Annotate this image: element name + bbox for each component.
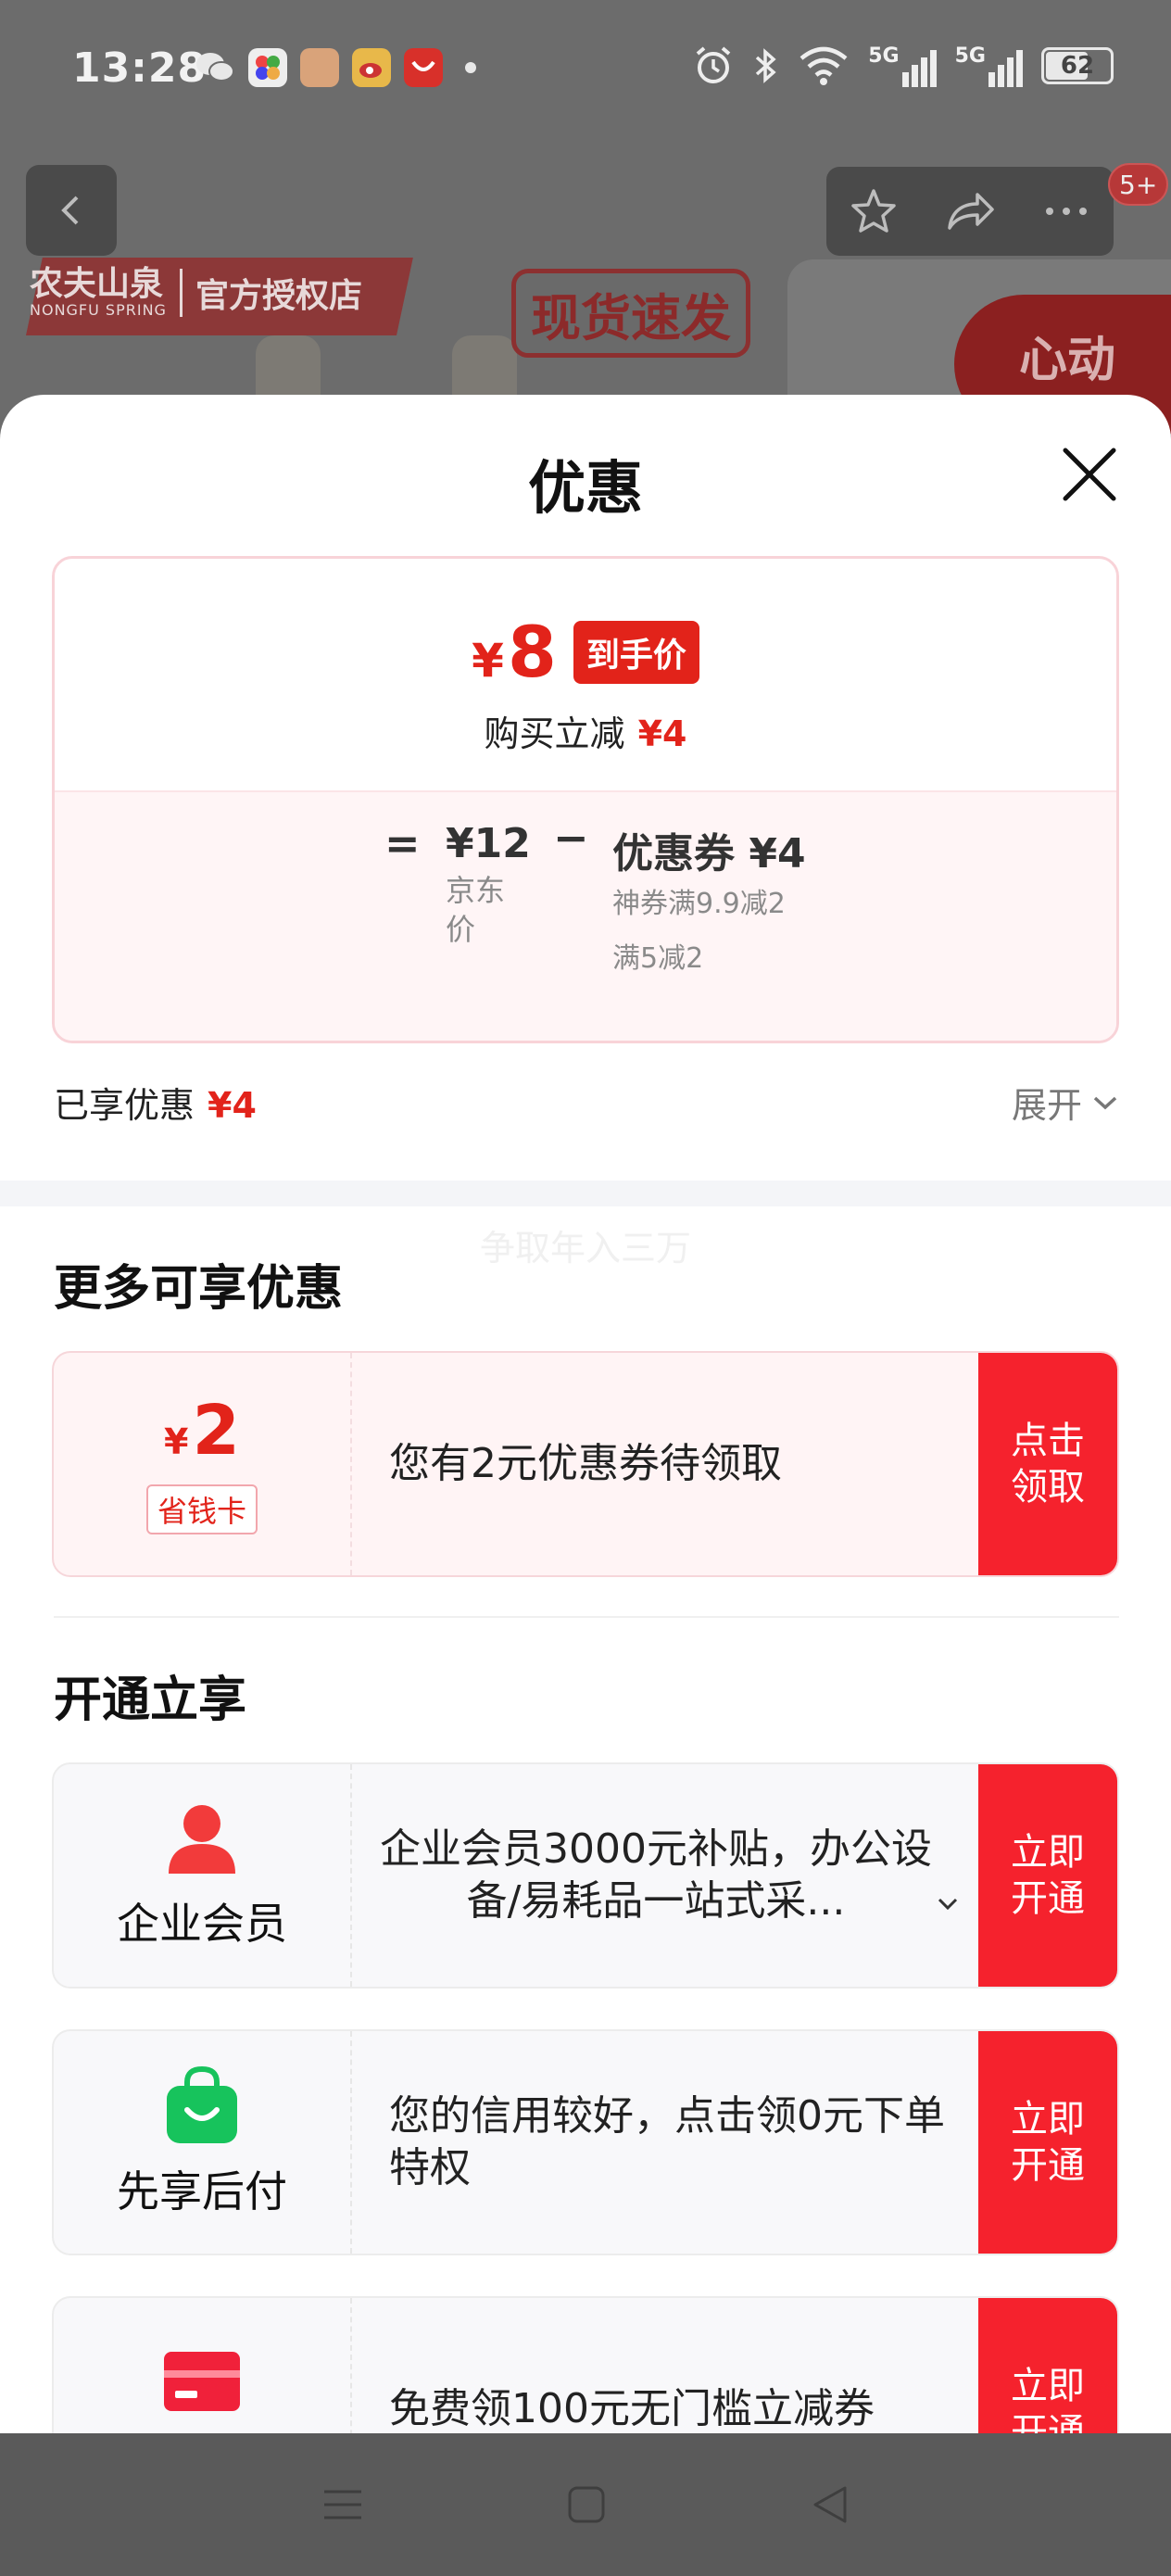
more-offers-title: 更多可享优惠 — [54, 1261, 344, 1317]
coupon-rule: 满5减2 — [612, 942, 704, 975]
battery-icon: 62 — [1041, 47, 1114, 84]
coupon-description: 您有2元优惠券待领取 — [389, 1440, 782, 1487]
membership-badge: 企业会员 — [54, 1764, 352, 1987]
price-formula: = ¥12 京东价 − 优惠券 ¥4 神券满9.9减2 满5减2 — [55, 790, 1116, 1041]
header-actions — [826, 167, 1114, 256]
chevron-left-icon — [61, 196, 79, 225]
final-price-tag: 到手价 — [573, 620, 699, 684]
game-app-icon — [300, 48, 339, 87]
price-breakdown-card: ¥8 到手价 购买立减 ¥4 = ¥12 京东价 − 优惠券 ¥4 神券满9.9减… — [52, 556, 1119, 1043]
membership-card-coupon: 免费领100元无门槛立减券 立即开通 — [52, 2296, 1119, 2433]
share-icon[interactable] — [942, 185, 998, 237]
membership-badge — [54, 2298, 352, 2433]
discount-sheet: 优惠 ¥8 到手价 购买立减 ¥4 = ¥12 京东价 − 优惠券 ¥4 神券满9… — [0, 395, 1171, 2433]
coupon-rule: 神券满9.9减2 — [612, 888, 786, 920]
status-bar: 13:28 5G 5G 62 — [0, 0, 1171, 139]
coupon-value: 优惠券 ¥4 — [612, 830, 806, 878]
fast-ship-stamp: 现货速发 — [511, 269, 750, 358]
expand-button[interactable]: 展开 — [1012, 1077, 1119, 1128]
chevron-down-icon[interactable] — [934, 1890, 962, 1918]
more-icon[interactable] — [1040, 202, 1092, 221]
background-product-page: 心动 农夫山泉 NONGFU SPRING 官方授权店 现货速发 5+ 13:28… — [0, 0, 1171, 436]
minus-sign: − — [553, 813, 589, 863]
coupon-column: 优惠券 ¥4 神券满9.9减2 满5减2 — [612, 820, 835, 976]
coupon-offer-card: ¥2 省钱卡 您有2元优惠券待领取 点击领取 — [52, 1351, 1119, 1577]
final-price: ¥8 — [472, 611, 557, 693]
jd-price-column: ¥12 京东价 — [446, 820, 531, 949]
coupon-amount-block: ¥2 省钱卡 — [54, 1353, 352, 1575]
notification-icons — [195, 48, 476, 87]
shopping-bag-icon — [167, 2065, 237, 2143]
divider — [54, 1616, 1119, 1618]
membership-description: 免费领100元无门槛立减券 — [389, 2385, 875, 2432]
jd-price-value: ¥12 — [446, 820, 531, 867]
status-time: 13:28 — [72, 44, 208, 92]
signal-icon: 5G — [868, 44, 937, 87]
membership-name: 先享后付 — [117, 2166, 287, 2216]
system-navigation-bar — [0, 2433, 1171, 2576]
chevron-down-icon — [1093, 1096, 1117, 1109]
back-icon[interactable] — [810, 2484, 849, 2525]
card-icon — [164, 2352, 240, 2411]
wechat-icon — [196, 53, 234, 82]
home-icon[interactable] — [567, 2485, 606, 2524]
jd-price-label: 京东价 — [446, 873, 506, 947]
activate-button[interactable]: 立即开通 — [978, 2298, 1117, 2433]
claim-coupon-button[interactable]: 点击领取 — [978, 1353, 1117, 1575]
back-button[interactable] — [26, 165, 117, 256]
equals-sign: = — [384, 818, 421, 868]
savings-card-tag: 省钱卡 — [145, 1484, 258, 1534]
message-badge: 5+ — [1108, 163, 1169, 206]
membership-badge: 先享后付 — [54, 2031, 352, 2254]
bluetooth-icon — [756, 48, 776, 83]
brand-name: 农夫山泉 NONGFU SPRING — [30, 265, 167, 319]
star-icon[interactable] — [848, 185, 900, 237]
section-divider — [0, 1181, 1171, 1206]
final-price-section: ¥8 到手价 购买立减 ¥4 — [55, 559, 1116, 790]
weibo-icon — [352, 48, 391, 87]
sheet-title: 优惠 — [527, 454, 643, 522]
shopping-app-icon — [404, 48, 443, 87]
alarm-icon — [696, 46, 731, 83]
close-button[interactable] — [1060, 445, 1119, 504]
activate-button[interactable]: 立即开通 — [978, 1764, 1117, 1987]
membership-title: 开通立享 — [54, 1673, 247, 1728]
close-icon — [1063, 448, 1116, 501]
system-status: 5G 5G 62 — [692, 44, 1114, 87]
activate-button[interactable]: 立即开通 — [978, 2031, 1117, 2254]
photos-app-icon — [248, 48, 287, 87]
instant-discount: 购买立减 ¥4 — [484, 713, 687, 754]
coupon-amount: ¥2 — [164, 1391, 240, 1471]
membership-description: 您的信用较好，点击领0元下单特权 — [389, 2092, 945, 2191]
menu-icon[interactable] — [322, 2486, 363, 2523]
membership-description: 企业会员3000元补贴，办公设备/易耗品一站式采... — [378, 1764, 958, 1987]
more-notifications-dot — [465, 62, 476, 73]
authorized-store-label: 官方授权店 — [179, 269, 362, 317]
signal-icon: 5G — [955, 44, 1023, 87]
membership-name: 企业会员 — [117, 1899, 287, 1949]
background-brand-text: 农夫山泉 NONGFU SPRING 官方授权店 — [30, 267, 362, 319]
membership-card-pay-later: 先享后付 您的信用较好，点击领0元下单特权 立即开通 — [52, 2029, 1119, 2255]
person-icon — [169, 1805, 235, 1874]
wifi-icon — [800, 46, 848, 85]
membership-card-enterprise: 企业会员 企业会员3000元补贴，办公设备/易耗品一站式采... 立即开通 — [52, 1762, 1119, 1989]
enjoyed-discount: 已享优惠 ¥4 — [54, 1085, 257, 1126]
